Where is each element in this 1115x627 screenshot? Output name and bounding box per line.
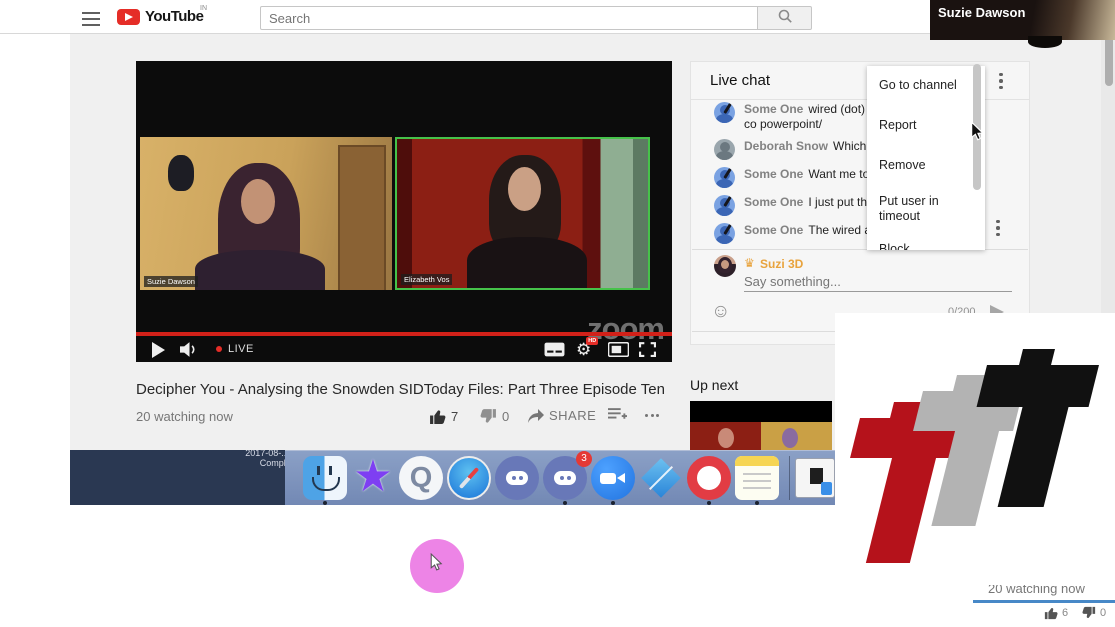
search-button[interactable] [758, 6, 812, 30]
webcam-feed-left: Suzie Dawson [140, 137, 392, 290]
add-to-playlist-button[interactable] [608, 408, 632, 421]
search-icon [777, 8, 793, 29]
speaker-name-label: Elizabeth Vos [401, 274, 452, 285]
up-next-label: Up next [690, 377, 738, 393]
chat-avatar [714, 223, 735, 244]
chat-avatar [714, 195, 735, 216]
opera-icon[interactable] [687, 456, 731, 500]
video-player[interactable]: Suzie Dawson Elizabeth Vos zoom LIVE ⚙ H… [136, 61, 672, 362]
captions-icon [544, 342, 565, 357]
like-button-bottom[interactable]: 6 [1044, 606, 1068, 620]
chat-avatar [714, 102, 735, 123]
speaker-name-label: Suzie Dawson [144, 276, 198, 287]
thumb-down-icon [480, 408, 497, 425]
zoom-watermark: zoom [587, 313, 664, 344]
chat-menu-button[interactable] [999, 71, 1003, 91]
moderator-avatar [714, 255, 736, 277]
fullscreen-button[interactable] [639, 342, 656, 357]
chat-input[interactable]: Say something... [744, 274, 841, 289]
zoom-app-icon[interactable] [591, 456, 635, 500]
safari-icon[interactable] [447, 456, 491, 500]
video-progress-bar[interactable] [136, 332, 672, 336]
ttt-logo [835, 313, 1115, 585]
notification-badge: 3 [576, 451, 592, 467]
message-menu-button[interactable] [996, 218, 1000, 238]
youtube-logo-text[interactable]: YouTube [145, 8, 203, 25]
emoji-button[interactable]: ☺ [711, 302, 730, 321]
running-indicator [755, 501, 759, 505]
streamer-webcam-overlay: Suzie Dawson [930, 0, 1115, 40]
hd-badge: HD [586, 337, 598, 345]
watching-now-count: 20 watching now [136, 409, 233, 424]
thumb-down-icon [1082, 606, 1096, 620]
chat-input-underline [744, 291, 1012, 292]
quicktime-icon[interactable]: Q [399, 456, 443, 500]
finder-icon[interactable] [303, 456, 347, 500]
running-indicator [707, 501, 711, 505]
discord-icon[interactable]: 3 [543, 456, 587, 500]
share-button[interactable]: SHARE [528, 408, 596, 423]
video-title: Decipher You - Analysing the Snowden SID… [136, 381, 676, 398]
share-icon [528, 409, 544, 423]
live-chat-title: Live chat [710, 72, 770, 89]
search-input[interactable] [260, 6, 758, 30]
live-dot-icon [216, 346, 222, 352]
menu-item-remove[interactable]: Remove [879, 158, 975, 173]
cursor-highlight [410, 539, 464, 593]
imovie-icon[interactable]: ★ [351, 456, 395, 500]
youtube-logo-icon[interactable] [117, 9, 140, 25]
settings-button[interactable]: ⚙ HD [576, 341, 591, 358]
notes-icon[interactable] [735, 456, 779, 500]
mouse-cursor [970, 121, 985, 147]
chat-message: Some OneI just put the [714, 195, 870, 216]
accent-underline [973, 600, 1115, 603]
chat-context-menu: Go to channel Report Remove Put user in … [867, 66, 985, 250]
dislike-button-bottom[interactable]: 0 [1082, 606, 1106, 620]
webcam-feed-right: Elizabeth Vos [395, 137, 650, 290]
chat-message: Some OneThe wired art [714, 223, 870, 244]
streamer-head-silhouette [1028, 36, 1062, 48]
like-button[interactable]: 7 [429, 408, 458, 425]
ttt-logo-overlay [835, 313, 1115, 585]
streamer-name: Suzie Dawson [938, 5, 1025, 20]
blue-diamond-app-icon[interactable] [639, 456, 683, 500]
live-indicator: LIVE [216, 341, 254, 357]
hamburger-menu-icon[interactable] [82, 12, 100, 30]
chat-message: Some Onewired (dot) co powerpoint/ [714, 102, 870, 132]
volume-icon [180, 342, 199, 357]
region-label: IN [200, 5, 207, 12]
theater-mode-button[interactable] [608, 342, 629, 357]
moderator-name: Suzi 3D [760, 257, 803, 271]
chat-message: Deborah SnowWhich co [714, 139, 870, 160]
thumb-up-icon [429, 408, 446, 425]
running-indicator [563, 501, 567, 505]
captions-button[interactable] [544, 342, 565, 357]
dock-separator [789, 456, 790, 500]
menu-item-go-to-channel[interactable]: Go to channel [879, 78, 975, 93]
thumb-up-icon [1044, 606, 1058, 620]
menu-item-block[interactable]: Block [879, 242, 975, 250]
playlist-add-icon [608, 408, 627, 421]
minimized-window-icon[interactable] [795, 458, 835, 498]
theater-icon [608, 342, 629, 357]
running-indicator [611, 501, 615, 505]
chat-message: Some OneWant me to li [714, 167, 870, 188]
mouse-cursor [430, 553, 443, 572]
menu-item-report[interactable]: Report [879, 118, 975, 133]
discord-icon[interactable] [495, 456, 539, 500]
fullscreen-icon [639, 342, 656, 357]
chat-avatar [714, 167, 735, 188]
volume-button[interactable] [180, 342, 199, 357]
menu-item-put-user-in-timeout[interactable]: Put user in timeout [879, 194, 975, 224]
running-indicator [323, 501, 327, 505]
chat-avatar [714, 139, 735, 160]
dislike-button[interactable]: 0 [480, 408, 509, 425]
play-button[interactable] [152, 342, 165, 358]
screen: YouTube IN Suzie Dawson Elizabeth Vos z [0, 0, 1115, 627]
crown-icon: ♛ [744, 256, 755, 270]
more-actions-button[interactable] [645, 414, 662, 417]
